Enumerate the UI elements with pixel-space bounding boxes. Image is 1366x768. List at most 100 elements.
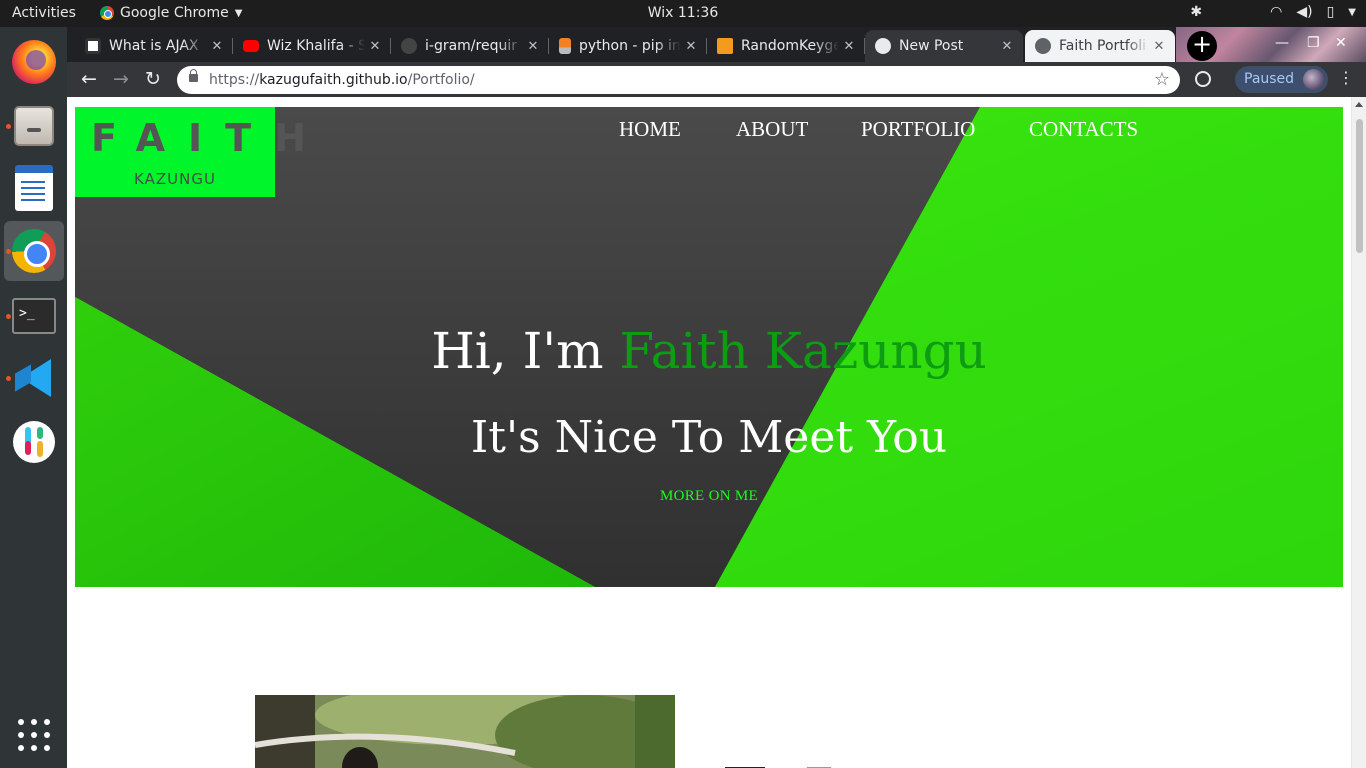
tab-title: RandomKeyge (741, 38, 839, 54)
dock-item-terminal[interactable]: >_ (4, 286, 64, 346)
close-icon[interactable]: ✕ (365, 39, 385, 54)
tab-faith-portfolio[interactable]: Faith Portfoli ✕ (1025, 30, 1175, 62)
chrome-icon (100, 6, 114, 20)
chevron-down-icon[interactable]: ▼ (1348, 7, 1356, 18)
activities-button[interactable]: Activities (12, 5, 76, 21)
back-arrow-icon[interactable]: ← (77, 68, 101, 90)
system-tray[interactable]: ✱ ◠ ◀) ▯ ▼ (1190, 4, 1356, 20)
tab-title: What is AJAX (109, 38, 199, 54)
url-text[interactable]: https://kazugufaith.github.io/Portfolio/ (209, 72, 475, 88)
profile-button[interactable]: Paused (1235, 66, 1329, 93)
ajax-favicon-icon (85, 38, 101, 54)
battery-icon[interactable]: ▯ (1327, 4, 1335, 20)
close-window-icon[interactable]: ✕ (1335, 35, 1347, 51)
stackoverflow-favicon-icon (559, 38, 571, 54)
kebab-menu-icon[interactable]: ⋮ (1338, 68, 1354, 87)
app-menu-label: Google Chrome (120, 5, 229, 21)
maximize-icon[interactable]: ❐ (1307, 35, 1320, 51)
extension-icon[interactable] (1195, 71, 1211, 87)
vscode-icon (13, 357, 55, 399)
app-menu[interactable]: Google Chrome ▼ (100, 5, 242, 21)
scrollbar-thumb[interactable] (1356, 119, 1363, 253)
app-grid-icon (18, 719, 50, 751)
tab-what-is-ajax[interactable]: What is AJAX ✕ (75, 30, 233, 62)
tab-title: Faith Portfoli (1059, 38, 1147, 54)
tab-title: python - pip in (579, 38, 681, 54)
files-icon (14, 106, 54, 146)
dock-item-firefox[interactable] (4, 32, 64, 92)
chrome-icon (12, 229, 56, 273)
about-heading-fragment (717, 757, 857, 768)
dock-item-files[interactable] (4, 96, 64, 156)
running-indicator (6, 124, 11, 129)
chevron-down-icon: ▼ (234, 7, 243, 19)
more-on-me-link: MORE ON ME (75, 488, 1343, 505)
browser-toolbar: ← → ↻ https://kazugufaith.github.io/Port… (67, 62, 1366, 97)
hero-tagline: It's Nice To Meet You (470, 412, 948, 463)
randomkeygen-favicon-icon (717, 38, 733, 54)
bookmark-star-icon[interactable]: ☆ (1154, 69, 1170, 90)
close-icon[interactable]: ✕ (523, 39, 543, 54)
running-indicator (6, 249, 11, 254)
greeting-prefix: Hi, I'm (431, 322, 620, 380)
page-viewport: FAITH KAZUNGU HOME ABOUT PORTFOLIO CONTA… (67, 97, 1366, 768)
dock-item-writer[interactable] (4, 158, 64, 218)
system-top-bar: Activities Google Chrome ▼ Wix 11:36 ✱ ◠… (0, 0, 1366, 27)
firefox-icon (12, 40, 56, 84)
new-tab-button[interactable]: + (1187, 31, 1217, 61)
site-nav: HOME ABOUT PORTFOLIO CONTACTS (75, 117, 1343, 147)
tab-new-post[interactable]: New Post ✕ (865, 30, 1023, 62)
youtube-favicon-icon (243, 40, 259, 52)
nav-link-home[interactable]: HOME (619, 117, 681, 142)
reload-icon[interactable]: ↻ (141, 68, 165, 90)
tab-title: New Post (899, 38, 964, 54)
globe-favicon-icon (1035, 38, 1051, 54)
close-icon[interactable]: ✕ (1149, 39, 1169, 54)
running-indicator (6, 314, 11, 319)
github-favicon-icon (401, 38, 417, 54)
nav-link-portfolio[interactable]: PORTFOLIO (861, 117, 975, 142)
profile-status-label: Paused (1244, 71, 1295, 87)
avatar (1303, 69, 1325, 90)
hero-greeting: Hi, I'm Faith Kazungu (75, 322, 1343, 380)
more-on-me-label[interactable]: MORE ON ME (660, 488, 758, 504)
logo-line-2: KAZUNGU (134, 170, 216, 188)
tab-wiz-khalifa[interactable]: Wiz Khalifa - S ✕ (233, 30, 391, 62)
tab-randomkeygen[interactable]: RandomKeyge ✕ (707, 30, 865, 62)
nav-link-about[interactable]: ABOUT (736, 117, 808, 142)
running-indicator (6, 376, 11, 381)
close-icon[interactable]: ✕ (997, 39, 1017, 54)
slack-icon (13, 421, 55, 463)
wifi-icon[interactable]: ◠ (1270, 4, 1282, 20)
greeting-name: Faith Kazungu (619, 322, 987, 380)
slack-tray-icon[interactable]: ✱ (1190, 4, 1202, 20)
terminal-icon: >_ (12, 298, 56, 334)
nav-link-contacts[interactable]: CONTACTS (1029, 117, 1138, 142)
tab-strip: What is AJAX ✕ Wiz Khalifa - S ✕ i-gram/… (67, 27, 1366, 62)
dock: >_ (0, 27, 67, 768)
dock-item-slack[interactable] (4, 412, 64, 472)
show-applications-button[interactable] (4, 705, 64, 765)
scroll-up-arrow-icon[interactable] (1355, 102, 1363, 107)
tab-i-gram-requirements[interactable]: i-gram/requir ✕ (391, 30, 549, 62)
libreoffice-writer-icon (15, 165, 53, 211)
url-path: /Portfolio/ (407, 72, 475, 88)
url-host: kazugufaith.github.io (259, 72, 408, 88)
forward-arrow-icon[interactable]: → (109, 68, 133, 90)
page-scrollbar[interactable] (1351, 97, 1366, 768)
close-icon[interactable]: ✕ (681, 39, 701, 54)
tab-python-pip[interactable]: python - pip in ✕ (549, 30, 707, 62)
tab-title: i-gram/requir (425, 38, 517, 54)
close-icon[interactable]: ✕ (207, 39, 227, 54)
volume-icon[interactable]: ◀) (1296, 4, 1312, 20)
about-photo (255, 695, 675, 768)
tab-title: Wiz Khalifa - S (267, 38, 365, 54)
url-scheme: https:// (209, 72, 260, 88)
close-icon[interactable]: ✕ (839, 39, 859, 54)
dock-item-vscode[interactable] (4, 348, 64, 408)
hero-section: FAITH KAZUNGU HOME ABOUT PORTFOLIO CONTA… (75, 107, 1343, 587)
address-bar[interactable]: https://kazugufaith.github.io/Portfolio/… (177, 66, 1180, 94)
minimize-icon[interactable]: — (1275, 35, 1289, 51)
dock-item-chrome[interactable] (4, 221, 64, 281)
lock-icon[interactable] (189, 69, 198, 82)
